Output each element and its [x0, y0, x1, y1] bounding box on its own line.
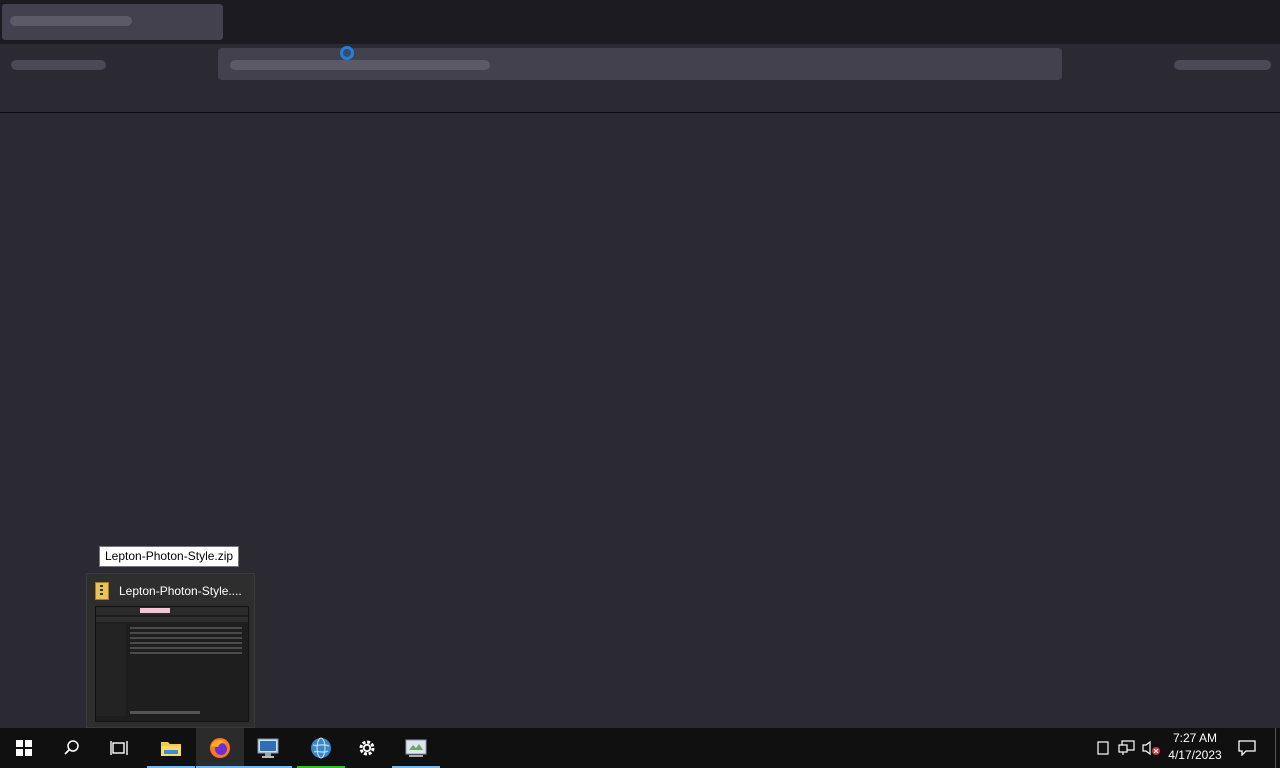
task-view-icon [110, 741, 128, 755]
preview-highlight-tab [140, 608, 170, 613]
preview-row [130, 642, 242, 644]
file-explorer-button[interactable] [147, 728, 195, 768]
preview-sidebar [96, 624, 126, 716]
preview-row [130, 652, 242, 654]
settings-button[interactable] [343, 728, 391, 768]
preview-address-bar [96, 617, 248, 622]
tab-title-placeholder [10, 16, 132, 26]
monitor-icon [257, 738, 279, 758]
thumbnail-header: Lepton-Photon-Style.... [95, 582, 250, 600]
tray-notes-button[interactable] [1094, 728, 1112, 768]
url-text-placeholder [230, 60, 490, 70]
thumbnail-window-image[interactable] [95, 606, 249, 722]
network-icon [1118, 740, 1135, 755]
tray-volume-button[interactable] [1140, 728, 1162, 768]
network-globe-button[interactable] [297, 728, 345, 768]
toolbar-icons-placeholder [1174, 60, 1271, 70]
preview-row [130, 647, 242, 649]
firefox-icon [210, 738, 230, 758]
tab-placeholder[interactable] [2, 4, 223, 40]
windows-logo-icon [16, 740, 32, 756]
remote-desktop-button[interactable] [244, 728, 292, 768]
show-desktop-button[interactable] [1275, 728, 1276, 768]
taskbar-clock[interactable]: 7:27 AM 4/17/2023 [1162, 730, 1228, 766]
action-center-button[interactable] [1234, 728, 1260, 768]
thumbnail-title: Lepton-Photon-Style.... [119, 584, 242, 598]
preview-scrollbar [130, 711, 200, 714]
taskbar-tooltip: Lepton-Photon-Style.zip [99, 546, 240, 567]
task-view-button[interactable] [96, 728, 144, 768]
nav-buttons-placeholder [11, 60, 106, 70]
gear-icon [359, 740, 375, 756]
taskbar: 7:27 AM 4/17/2023 [0, 728, 1280, 768]
control-panel-button[interactable] [392, 728, 440, 768]
firefox-button[interactable] [196, 728, 244, 768]
preview-ribbon [96, 607, 248, 615]
volume-muted-icon [1142, 740, 1160, 756]
notification-icon [1238, 740, 1256, 756]
control-panel-icon [405, 739, 427, 757]
navigation-toolbar [0, 44, 1280, 113]
search-button[interactable] [48, 728, 96, 768]
preview-row [130, 637, 242, 639]
start-button[interactable] [0, 728, 48, 768]
tab-strip [0, 0, 1280, 44]
globe-icon [311, 737, 331, 759]
folder-icon [161, 742, 181, 756]
clock-date: 4/17/2023 [1168, 748, 1222, 762]
preview-row [130, 632, 242, 634]
clock-time: 7:27 AM [1172, 731, 1218, 745]
preview-row [130, 627, 242, 629]
tray-network-button[interactable] [1116, 728, 1138, 768]
zip-folder-icon [95, 582, 109, 600]
search-icon [64, 740, 79, 755]
busy-cursor-icon [340, 46, 354, 60]
notes-icon [1097, 741, 1109, 755]
taskbar-thumbnail-preview[interactable]: Lepton-Photon-Style.... [86, 573, 255, 728]
